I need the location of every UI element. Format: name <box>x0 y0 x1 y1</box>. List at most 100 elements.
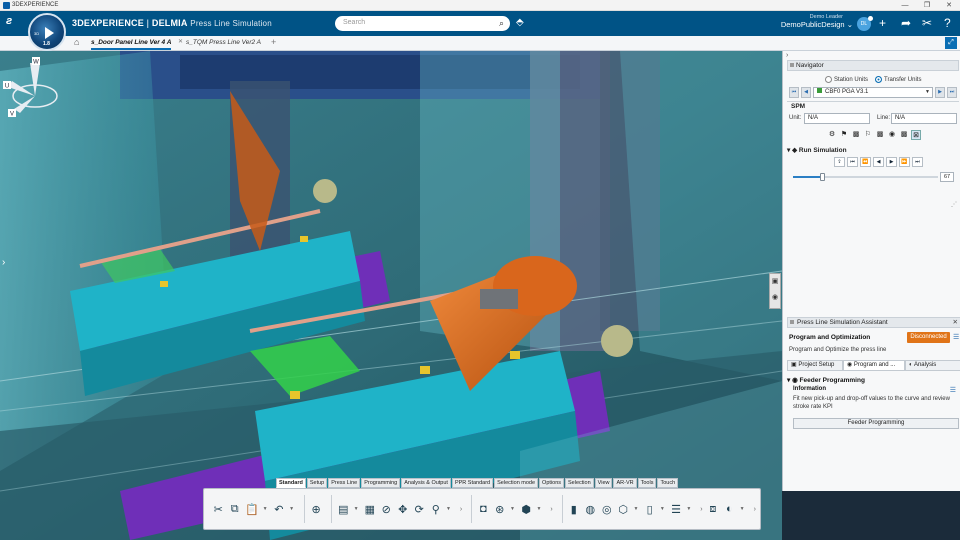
cylinder-dropdown-icon[interactable]: ▼ <box>660 501 665 517</box>
tab-door-panel-line[interactable]: s_Door Panel Line Ver 4 A <box>91 39 172 50</box>
action-tab-standard[interactable]: Standard <box>276 478 306 488</box>
more-icon[interactable]: › <box>460 506 462 513</box>
action-tab-selection[interactable]: Selection <box>565 478 594 488</box>
search-tool-icon[interactable]: ⚲ <box>429 501 441 517</box>
cube-dropdown-icon[interactable]: ▼ <box>536 501 541 517</box>
add-icon[interactable]: + <box>879 16 886 30</box>
run-simulation-header[interactable]: ▾ ◆ Run Simulation <box>787 146 847 154</box>
search-input[interactable]: Search <box>343 19 365 26</box>
layer-dropdown-icon[interactable]: ▼ <box>686 501 691 517</box>
view-mode-dropdown-icon[interactable]: ▼ <box>740 501 745 517</box>
maximize-button[interactable]: ❐ <box>916 0 938 11</box>
camera-icon[interactable]: ◉ <box>770 290 780 306</box>
hexagon-icon[interactable]: ⬡ <box>617 501 629 517</box>
prev-program-button[interactable]: ◀ <box>801 87 811 98</box>
first-program-button[interactable]: ⏮ <box>789 87 799 98</box>
action-tab-press-line[interactable]: Press Line <box>328 478 361 488</box>
tab-program-and[interactable]: ◉ Program and ... <box>843 360 905 371</box>
pan-icon[interactable]: ✥ <box>397 501 409 517</box>
rotate-icon[interactable]: ⟳ <box>413 501 425 517</box>
compass-widget[interactable]: 3D 1.8 <box>28 13 66 51</box>
minimize-button[interactable]: — <box>894 0 916 11</box>
station-units-radio[interactable]: Station Units <box>825 76 868 83</box>
3d-viewport[interactable]: › ▣ ◉ W U V <box>0 51 782 540</box>
book-icon[interactable]: ▤ <box>337 501 349 517</box>
step-back-icon[interactable]: ⏪ <box>860 157 871 167</box>
add-tab-icon[interactable]: + <box>271 37 276 47</box>
transfer-units-radio[interactable]: Transfer Units <box>875 76 921 83</box>
close-button[interactable]: ✕ <box>938 0 960 11</box>
cut-icon[interactable]: ✂ <box>212 501 224 517</box>
station-units-radio-dot[interactable] <box>825 76 832 83</box>
render-icon[interactable]: ▣ <box>770 274 780 290</box>
action-tab-options[interactable]: Options <box>539 478 565 488</box>
action-tab-ar-vr[interactable]: AR-VR <box>613 478 637 488</box>
share-icon[interactable]: ➦ <box>901 16 911 30</box>
expand-left-icon[interactable]: › <box>2 257 5 268</box>
feeder-programming-section[interactable]: ▾ ◉ Feeder Programming <box>787 376 865 384</box>
chevron-down-icon[interactable]: ▼ <box>925 88 930 97</box>
fit-all-icon[interactable]: ⊕ <box>310 501 322 517</box>
screen-icon[interactable]: ▦ <box>364 501 376 517</box>
tools-icon[interactable]: ✂ <box>922 16 932 30</box>
list-menu-icon[interactable]: ☰ <box>950 386 956 394</box>
layer-icon[interactable]: ☰ <box>670 501 682 517</box>
copy-icon[interactable]: ⧉ <box>228 501 240 517</box>
eye-icon[interactable]: ◉ <box>887 130 897 140</box>
step-forward-icon[interactable]: ⏩ <box>899 157 910 167</box>
flag-uk-icon[interactable]: ▩ <box>851 130 861 140</box>
reverse-icon[interactable]: ◀ <box>873 157 884 167</box>
action-tab-programming[interactable]: Programming <box>361 478 401 488</box>
globe-icon[interactable]: ◍ <box>584 501 596 517</box>
simulation-slider[interactable] <box>793 173 938 181</box>
view-mode-icon[interactable]: ◐ <box>723 501 735 517</box>
program-combo[interactable]: CBF0 PGA V3.1 ▼ <box>813 87 933 98</box>
flag-icon[interactable]: ⚑ <box>839 130 849 140</box>
home-icon[interactable]: ⌂ <box>74 37 79 47</box>
capture-icon[interactable]: ◘ <box>477 501 489 517</box>
action-tab-setup[interactable]: Setup <box>306 478 328 488</box>
sphere-icon[interactable]: ◎ <box>601 501 613 517</box>
more-icon[interactable]: › <box>550 506 552 513</box>
action-tab-ppr-standard[interactable]: PPR Standard <box>451 478 494 488</box>
resize-grip-icon[interactable]: ⋰ <box>951 201 957 208</box>
list-menu-icon[interactable]: ☰ <box>953 333 959 341</box>
search-icon[interactable]: ⌕ <box>499 18 504 29</box>
flag-uk-icon[interactable]: ▩ <box>899 130 909 140</box>
fullscreen-icon[interactable]: ⤢ <box>945 37 957 49</box>
action-tab-analysis-output[interactable]: Analysis & Output <box>401 478 451 488</box>
simulation-step-input[interactable]: 67 <box>940 172 954 182</box>
tag-icon[interactable]: ⬘ <box>516 17 524 28</box>
feeder-programming-button[interactable]: Feeder Programming <box>793 418 959 429</box>
undo-icon[interactable]: ↶ <box>273 501 285 517</box>
more-icon[interactable]: › <box>754 506 756 513</box>
next-program-button[interactable]: ▶ <box>935 87 945 98</box>
action-tab-selection-mode[interactable]: Selection mode <box>494 478 539 488</box>
press-icon[interactable]: ⚙ <box>827 130 837 140</box>
simulation-icon[interactable]: ⧈ <box>707 501 719 517</box>
tab-project-setup[interactable]: ▣ Project Setup <box>787 360 843 371</box>
play-button[interactable]: ▶ <box>886 157 897 167</box>
user-menu[interactable]: Demo Leader DemoPublicDesign ⌄ <box>778 14 853 29</box>
search-box[interactable]: Search ⌕ <box>335 16 510 31</box>
cube-icon[interactable]: ⬢ <box>520 501 532 517</box>
export-icon[interactable]: ⇪ <box>834 157 845 167</box>
cylinder-icon[interactable]: ▯ <box>643 501 655 517</box>
tab-analysis[interactable]: ◐ Analysis <box>905 360 960 371</box>
slider-handle[interactable] <box>820 173 825 181</box>
undo-dropdown-icon[interactable]: ▼ <box>289 501 294 517</box>
paste-icon[interactable]: 📋 <box>245 501 259 517</box>
tab-tqm-press-line[interactable]: s_TQM Press Line Ver2 A <box>186 39 261 46</box>
assistant-header[interactable]: Press Line Simulation Assistant ✕ <box>787 317 960 328</box>
measure-dropdown-icon[interactable]: ▼ <box>510 501 515 517</box>
avatar[interactable]: DL <box>857 16 873 31</box>
measure-icon[interactable]: ⊛ <box>494 501 506 517</box>
collapse-panel-icon[interactable]: › <box>786 52 788 59</box>
more-icon[interactable]: › <box>700 506 702 513</box>
close-icon[interactable]: ✕ <box>953 318 958 327</box>
action-tab-touch[interactable]: Touch <box>657 478 679 488</box>
hexagon-dropdown-icon[interactable]: ▼ <box>633 501 638 517</box>
book-dropdown-icon[interactable]: ▼ <box>354 501 359 517</box>
zoom-icon[interactable]: ⊘ <box>380 501 392 517</box>
fit-icon[interactable]: ⊠ <box>911 130 921 140</box>
